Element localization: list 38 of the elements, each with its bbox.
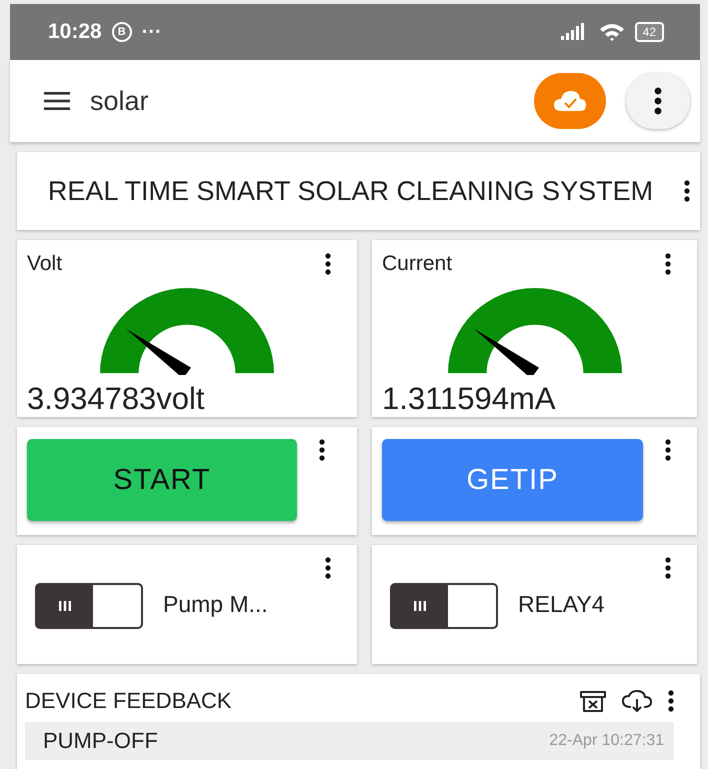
battery-level: 42 xyxy=(634,22,664,42)
switch-label: Pump M... xyxy=(163,591,269,618)
gauge-reading: 3.934783volt xyxy=(27,381,206,417)
more-icon[interactable] xyxy=(325,253,331,275)
grip-icon xyxy=(59,601,71,611)
more-notifications: ··· xyxy=(142,20,162,44)
clock: 10:28 xyxy=(48,20,102,44)
more-icon[interactable] xyxy=(665,253,671,275)
more-icon[interactable] xyxy=(665,439,671,461)
feedback-title: DEVICE FEEDBACK xyxy=(25,688,232,714)
more-icon[interactable] xyxy=(325,557,331,579)
more-icon[interactable] xyxy=(684,180,690,202)
gauge-needle xyxy=(126,328,191,375)
wifi-icon xyxy=(598,22,625,42)
gauge-reading: 1.311594mA xyxy=(382,381,556,417)
cloud-download-icon[interactable] xyxy=(622,690,652,712)
toggle-switch[interactable] xyxy=(35,583,143,629)
notification-badge: B xyxy=(112,22,132,42)
feedback-time: 22-Apr 10:27:31 xyxy=(549,732,664,750)
dashboard-title: REAL TIME SMART SOLAR CLEANING SYSTEM xyxy=(46,175,654,208)
clear-box-icon[interactable] xyxy=(580,690,606,712)
app-title: solar xyxy=(90,86,149,116)
grip-icon xyxy=(414,601,426,611)
menu-icon[interactable] xyxy=(44,92,70,110)
gauge-needle xyxy=(474,328,538,375)
cloud-check-icon xyxy=(553,89,587,113)
switch-label: RELAY4 xyxy=(518,591,606,618)
more-icon xyxy=(654,87,662,115)
gauge-label: Current xyxy=(382,252,452,276)
action-button[interactable]: START xyxy=(27,439,297,521)
gauge-label: Volt xyxy=(27,252,62,276)
more-icon[interactable] xyxy=(665,557,671,579)
more-button[interactable] xyxy=(626,73,690,129)
more-icon[interactable] xyxy=(319,439,325,461)
action-button[interactable]: GETIP xyxy=(382,439,643,521)
feedback-message: PUMP-OFF xyxy=(43,728,158,754)
toggle-switch[interactable] xyxy=(390,583,498,629)
more-icon[interactable] xyxy=(668,690,674,712)
